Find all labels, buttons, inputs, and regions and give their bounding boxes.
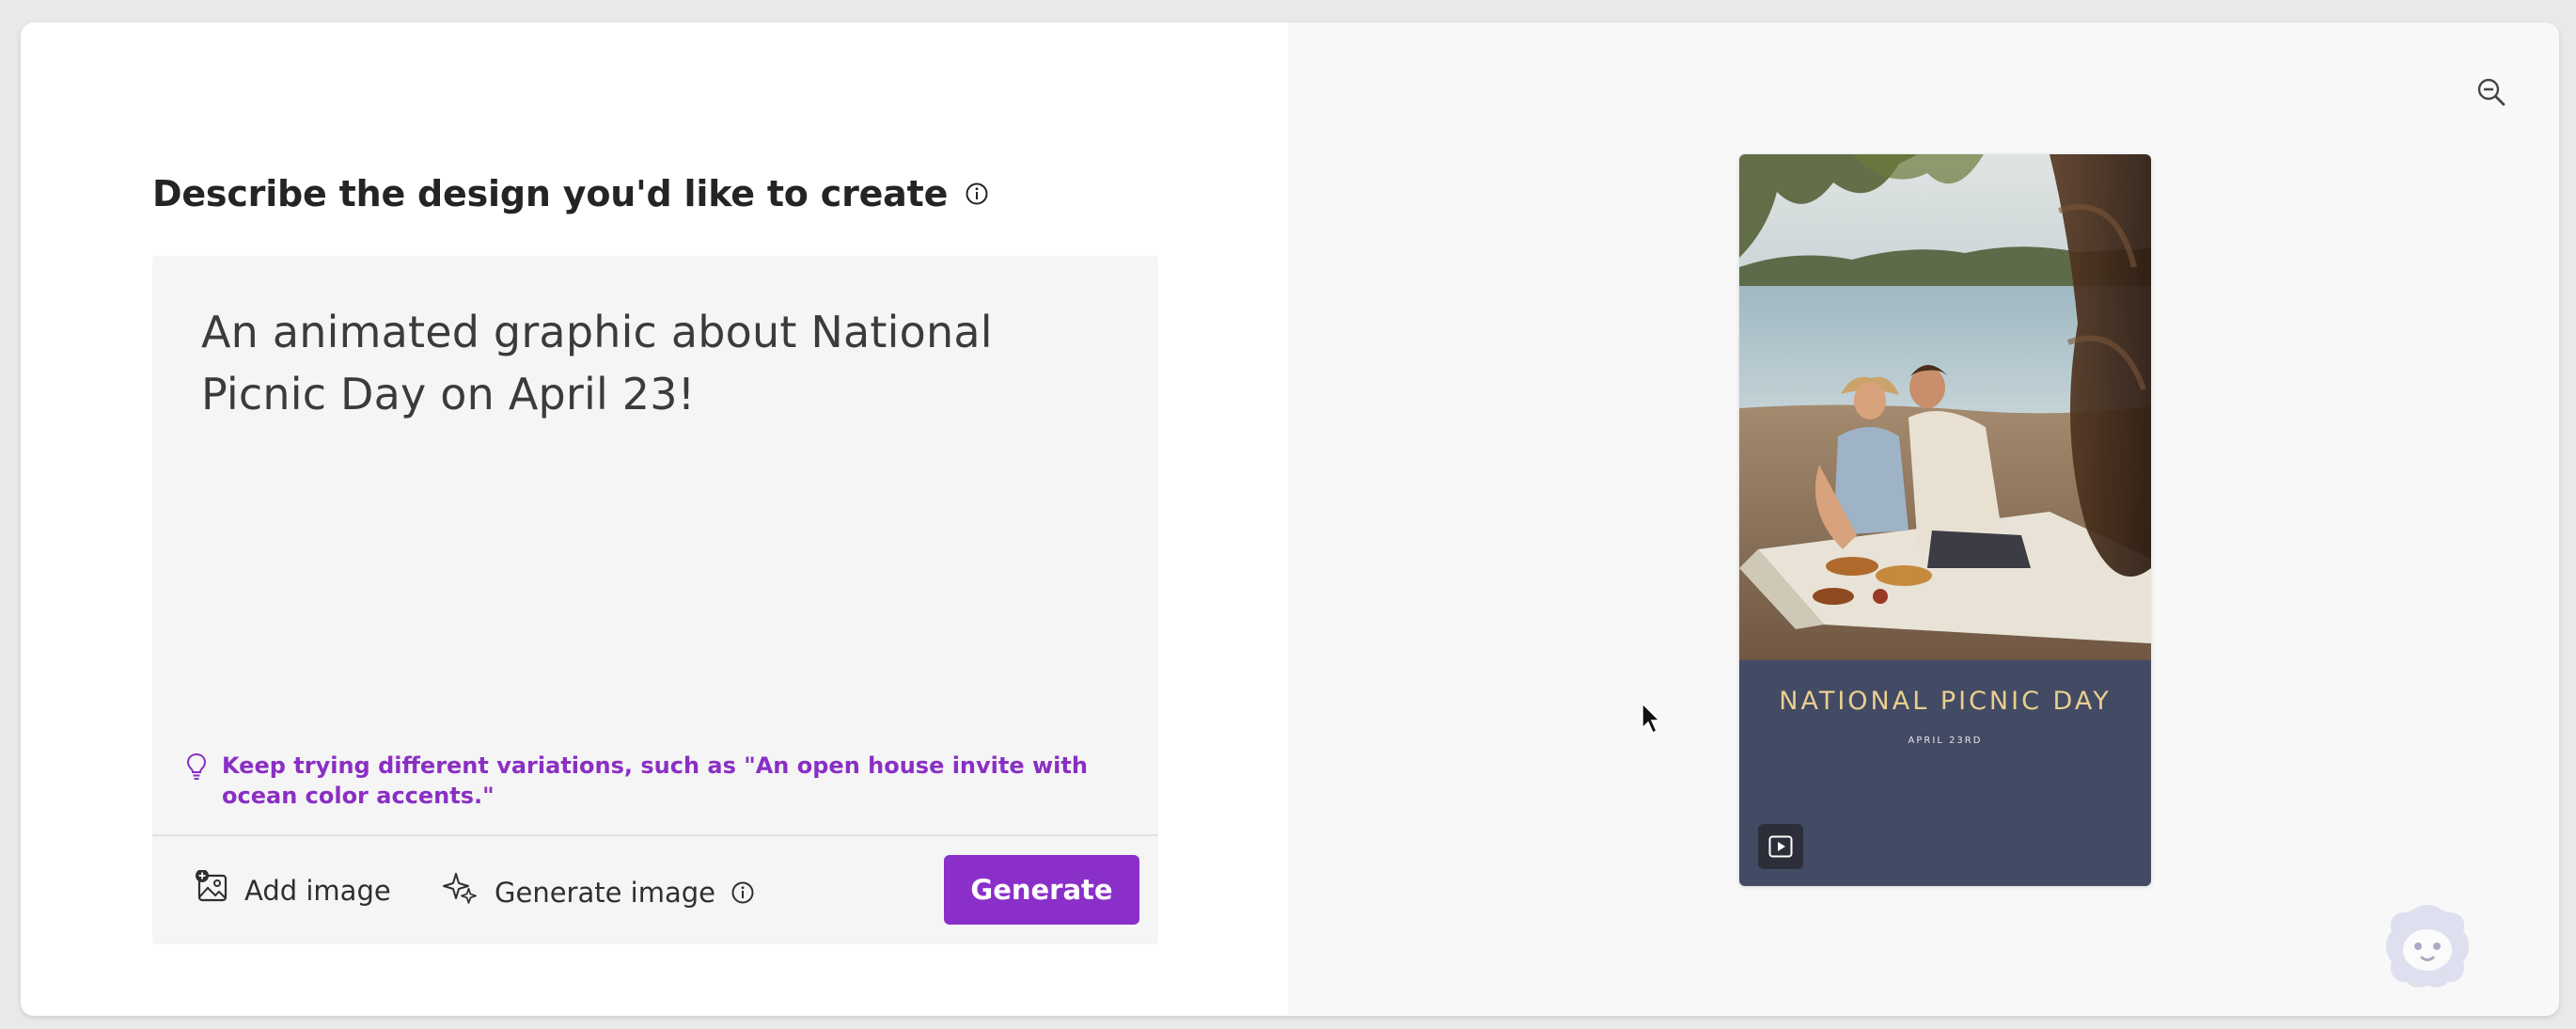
prompt-textarea[interactable]: An animated graphic about National Picni… <box>201 301 1104 425</box>
picnic-photo <box>1739 154 2151 660</box>
sparkle-icon <box>442 870 479 914</box>
page-title: Describe the design you'd like to create <box>152 173 949 214</box>
poster-text-panel: NATIONAL PICNIC DAY APRIL 23RD <box>1739 660 2151 886</box>
add-image-label: Add image <box>244 874 391 907</box>
add-image-button[interactable]: Add image <box>196 869 391 910</box>
mouse-cursor-icon <box>1641 702 1663 736</box>
preview-pane: NATIONAL PICNIC DAY APRIL 23RD <box>1288 23 2559 1016</box>
tip-text: Keep trying different variations, such a… <box>222 752 1088 809</box>
add-image-icon <box>196 869 229 910</box>
generate-image-button[interactable]: Generate image <box>442 870 755 914</box>
poster-title: NATIONAL PICNIC DAY <box>1779 687 2112 716</box>
heading-row: Describe the design you'd like to create <box>152 173 989 214</box>
play-icon[interactable] <box>1758 824 1803 869</box>
info-icon[interactable] <box>965 182 989 206</box>
design-preview-card[interactable]: NATIONAL PICNIC DAY APRIL 23RD <box>1739 154 2151 886</box>
info-icon[interactable] <box>730 880 755 905</box>
assistant-mascot-icon[interactable] <box>2380 901 2474 989</box>
tip-row: Keep trying different variations, such a… <box>186 751 1107 811</box>
poster-date: APRIL 23RD <box>1908 736 1983 746</box>
generate-button[interactable]: Generate <box>944 855 1139 925</box>
generate-image-label: Generate image <box>495 876 715 909</box>
zoom-out-icon[interactable] <box>2473 73 2510 111</box>
design-creator-dialog: Describe the design you'd like to create… <box>21 23 2559 1016</box>
lightbulb-icon <box>186 751 207 811</box>
prompt-toolbar: Add image Generate image Generate <box>152 834 1158 946</box>
prompt-input-area[interactable]: An animated graphic about National Picni… <box>152 256 1158 944</box>
prompt-pane: Describe the design you'd like to create… <box>21 23 1288 1016</box>
